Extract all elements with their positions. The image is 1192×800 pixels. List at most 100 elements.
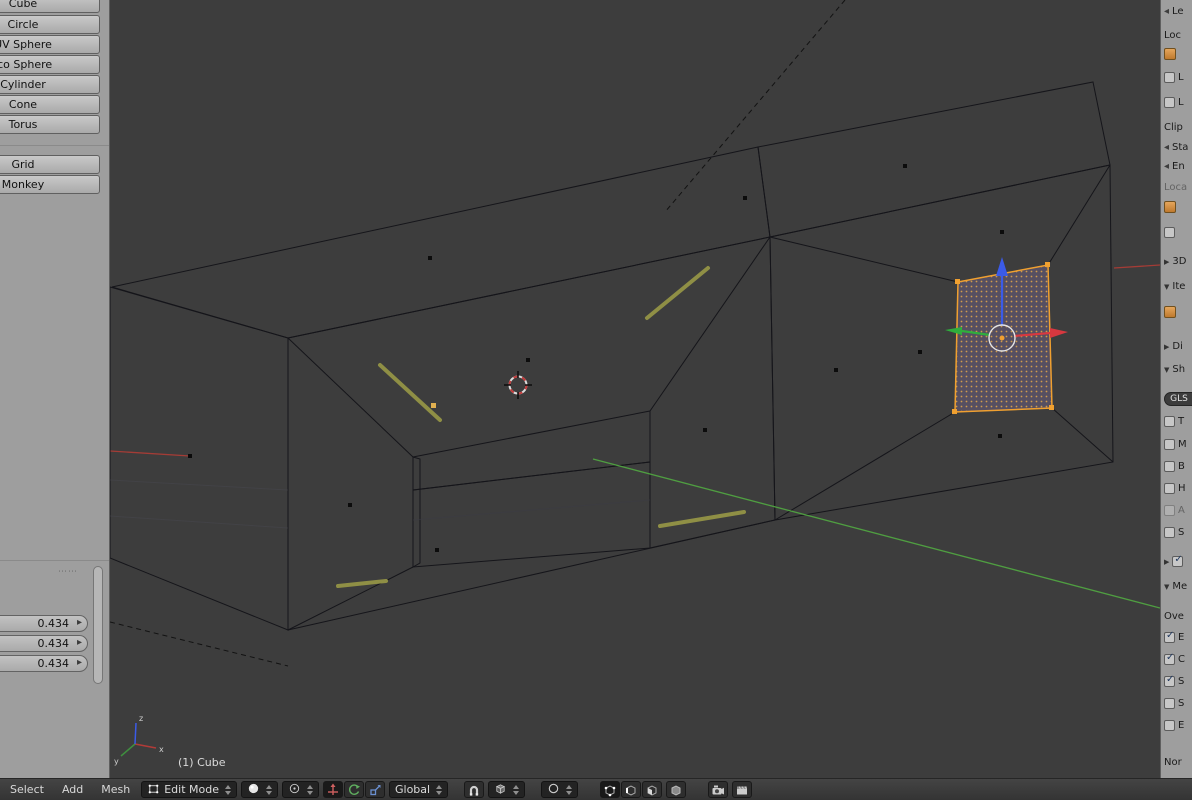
face-center-dots xyxy=(348,164,1004,552)
snap-element-icon xyxy=(494,782,507,798)
object-data-icon[interactable] xyxy=(1164,200,1176,213)
checkbox-row[interactable] xyxy=(1164,225,1175,240)
checkbox[interactable] xyxy=(1164,461,1175,472)
object-picker[interactable] xyxy=(1164,46,1176,61)
snap-magnet-toggle[interactable] xyxy=(464,781,485,798)
checkbox[interactable] xyxy=(1172,554,1184,567)
lens-slider[interactable]: Le xyxy=(1164,4,1184,19)
edge-select-mode-button[interactable] xyxy=(621,781,642,798)
checkbox[interactable] xyxy=(1164,630,1175,643)
grid-line xyxy=(110,479,289,491)
textured-solid-row[interactable]: T xyxy=(1164,414,1184,429)
panel-header-mesh-display[interactable]: Me xyxy=(1164,579,1187,594)
limit-to-visible-toggle[interactable] xyxy=(666,781,687,798)
panel-header-item[interactable]: Ite xyxy=(1164,279,1185,294)
checkbox[interactable] xyxy=(1164,698,1175,709)
lock-checkbox-row[interactable]: L xyxy=(1164,95,1184,110)
panel-header-3d-cursor[interactable]: 3D xyxy=(1164,254,1186,269)
opengl-render-button[interactable] xyxy=(708,781,729,798)
slider-left-icon[interactable] xyxy=(1164,6,1169,17)
manipulator-rotate-button[interactable] xyxy=(343,781,364,798)
select-menu[interactable]: Select xyxy=(3,781,51,798)
divider xyxy=(0,560,109,561)
add-cylinder-button[interactable]: Cylinder xyxy=(0,75,100,94)
shading-option-row[interactable]: S xyxy=(1164,525,1184,540)
checkbox[interactable] xyxy=(1164,674,1175,687)
3d-cursor xyxy=(504,371,532,399)
overlay-edges-row[interactable]: E xyxy=(1164,630,1184,645)
add-uv-sphere-button[interactable]: UV Sphere xyxy=(0,35,100,54)
backface-culling-row[interactable]: B xyxy=(1164,459,1185,474)
slider-left-icon[interactable] xyxy=(1164,142,1169,153)
add-cube-button[interactable]: Cube xyxy=(0,0,100,13)
checkbox[interactable] xyxy=(1164,72,1175,83)
checkbox[interactable] xyxy=(1164,527,1175,538)
manipulator-translate-button[interactable] xyxy=(322,781,343,798)
viewport-shading-dropdown[interactable] xyxy=(240,781,278,798)
mesh-menu[interactable]: Mesh xyxy=(94,781,137,798)
add-menu[interactable]: Add xyxy=(55,781,90,798)
vertex-dot xyxy=(188,454,192,458)
add-monkey-button[interactable]: Monkey xyxy=(0,175,100,194)
x-axis-line xyxy=(1113,264,1160,269)
checkbox[interactable] xyxy=(1164,439,1175,450)
mode-dropdown[interactable]: Edit Mode xyxy=(141,781,237,798)
checkbox[interactable] xyxy=(1164,97,1175,108)
panel-header-shading[interactable]: Sh xyxy=(1164,362,1185,377)
manipulator-toggle-group xyxy=(322,781,385,798)
camera-picker[interactable] xyxy=(1164,199,1176,214)
dropdown-arrows-icon xyxy=(513,784,520,795)
mini-axis-gizmo: x y z xyxy=(114,714,164,766)
proportional-editing-dropdown[interactable] xyxy=(541,781,579,798)
manipulator-scale-button[interactable] xyxy=(364,781,385,798)
transform-y-field[interactable]: 0.434 xyxy=(0,635,88,652)
overlay-edge-marks-row[interactable]: E xyxy=(1164,718,1184,733)
axis-x-label: x xyxy=(159,745,164,754)
panel-header-display[interactable]: Di xyxy=(1164,339,1182,354)
matcap-row[interactable]: M xyxy=(1164,437,1187,452)
viewport-header: Select Add Mesh Edit Mode Global xyxy=(0,778,1192,800)
relationship-line xyxy=(110,621,289,667)
add-grid-button[interactable]: Grid xyxy=(0,155,100,174)
checkbox[interactable] xyxy=(1164,483,1175,494)
checkbox[interactable] xyxy=(1164,227,1175,238)
clip-end-slider[interactable]: En xyxy=(1164,159,1185,174)
lock-to-object-label: Loc xyxy=(1164,30,1182,41)
checkbox[interactable] xyxy=(1164,652,1175,665)
panel-grip-icon[interactable] xyxy=(58,567,78,577)
overlay-creases-row[interactable]: C xyxy=(1164,652,1185,667)
panel-closed-icon xyxy=(1164,556,1169,567)
face-select-mode-button[interactable] xyxy=(642,781,663,798)
snap-element-dropdown[interactable] xyxy=(488,781,526,798)
vertex-select-mode-button[interactable] xyxy=(600,781,621,798)
add-ico-sphere-button[interactable]: Ico Sphere xyxy=(0,55,100,74)
checkbox[interactable] xyxy=(1164,416,1175,427)
transform-orientation-dropdown[interactable]: Global xyxy=(388,781,449,798)
add-cone-button[interactable]: Cone xyxy=(0,95,100,114)
panel-open-icon xyxy=(1164,581,1169,592)
overlay-seams-row[interactable]: S xyxy=(1164,674,1184,689)
dropdown-arrows-icon xyxy=(265,784,272,795)
add-circle-button[interactable]: Circle xyxy=(0,15,100,34)
hidden-wire-row[interactable]: H xyxy=(1164,481,1186,496)
3d-viewport[interactable]: x y z (1) Cube xyxy=(110,0,1160,778)
slider-left-icon[interactable] xyxy=(1164,161,1169,172)
object-data-icon[interactable] xyxy=(1164,305,1176,318)
checkbox[interactable] xyxy=(1164,720,1175,731)
lock-camera-checkbox-row[interactable]: L xyxy=(1164,70,1184,85)
panel-open-icon xyxy=(1164,364,1169,375)
clip-start-slider[interactable]: Sta xyxy=(1164,140,1188,155)
pivot-point-dropdown[interactable] xyxy=(281,781,319,798)
x-axis-line xyxy=(110,450,191,457)
normals-label: Nor xyxy=(1164,757,1182,768)
tool-shelf-scrollbar[interactable] xyxy=(93,566,103,684)
item-object-row[interactable] xyxy=(1164,304,1176,319)
add-torus-button[interactable]: Torus xyxy=(0,115,100,134)
object-data-icon[interactable] xyxy=(1164,47,1176,60)
transform-x-field[interactable]: 0.434 xyxy=(0,615,88,632)
opengl-render-animation-button[interactable] xyxy=(732,781,753,798)
glsl-dropdown[interactable]: GLS xyxy=(1164,391,1192,406)
transform-z-field[interactable]: 0.434 xyxy=(0,655,88,672)
panel-header-collapsed-checked[interactable] xyxy=(1164,554,1184,569)
overlay-sharp-row[interactable]: S xyxy=(1164,696,1184,711)
